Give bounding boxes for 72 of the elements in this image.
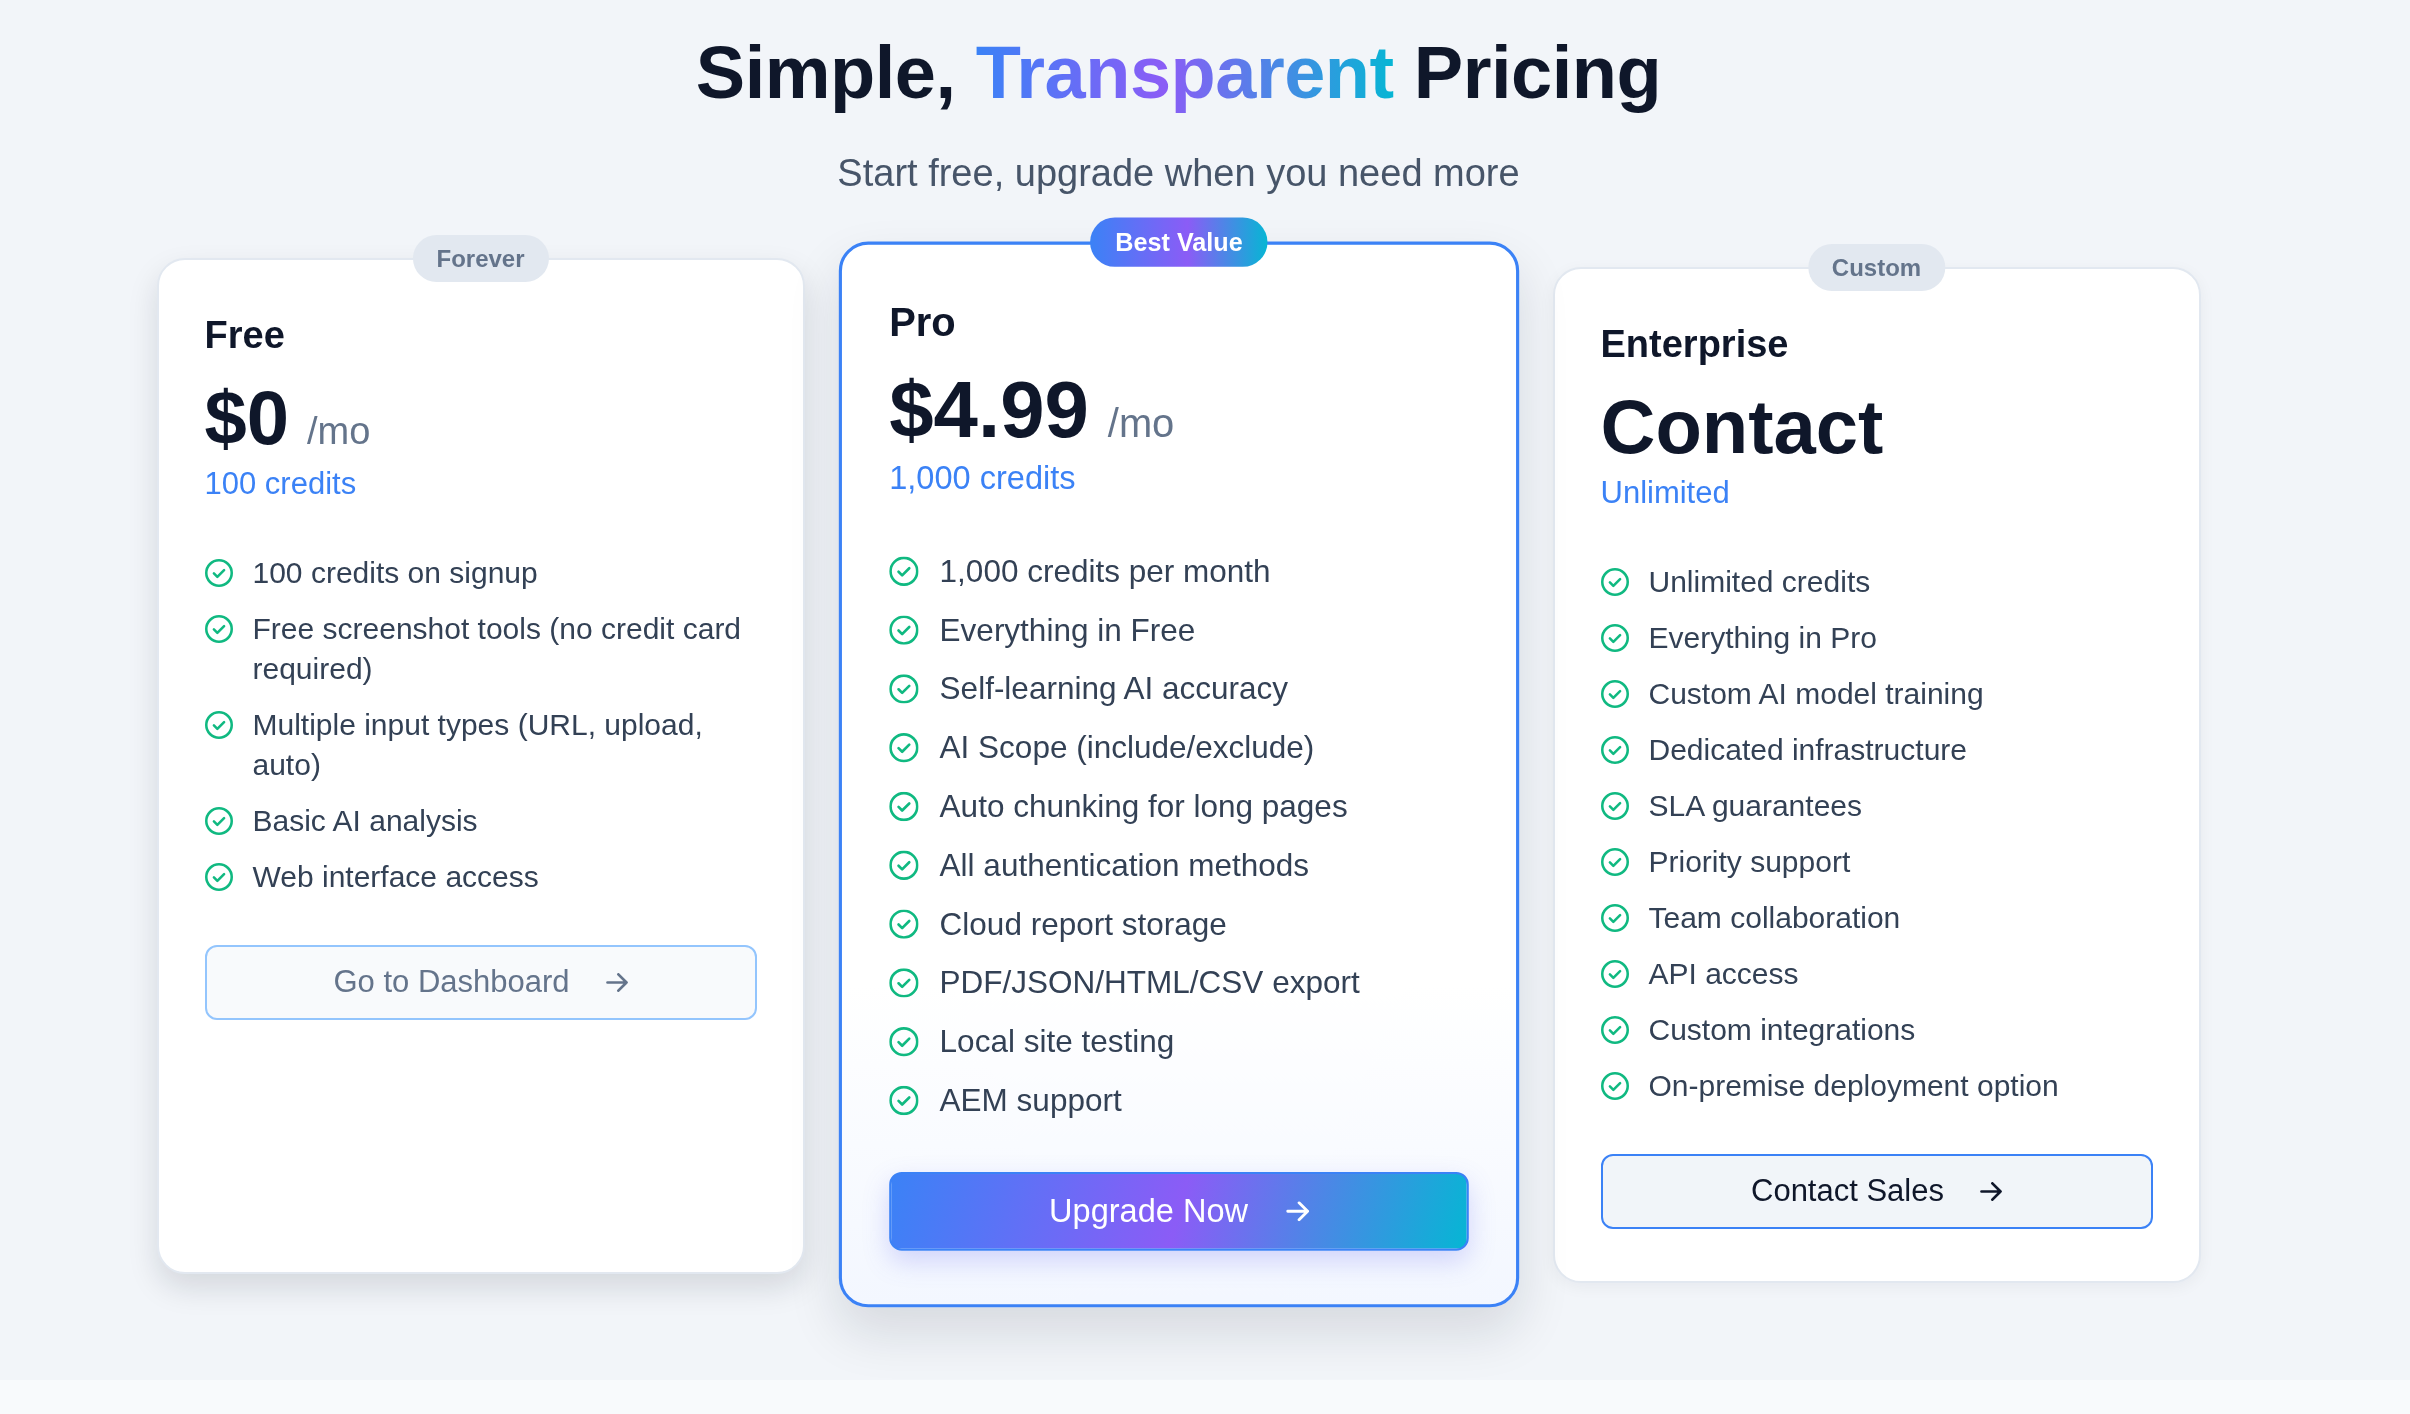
check-circle-icon <box>1600 1071 1629 1100</box>
feature-text: Custom integrations <box>1648 1011 1916 1048</box>
feature-text: Team collaboration <box>1648 899 1901 936</box>
check-circle-icon <box>1600 1015 1629 1044</box>
feature-text: AI Scope (include/exclude) <box>939 729 1314 768</box>
check-circle-icon <box>888 616 919 646</box>
plan-badge: Forever <box>412 235 549 283</box>
feature-text: Dedicated infrastructure <box>1648 731 1967 768</box>
page-title: Simple, Transparent Pricing <box>694 30 1663 116</box>
feature-text: Multiple input types (URL, upload, auto) <box>252 706 704 783</box>
check-circle-icon <box>888 557 919 587</box>
credits-label: Unlimited <box>1600 474 1731 513</box>
feature-text: Free screenshot tools (no credit card required) <box>252 610 743 687</box>
check-circle-icon <box>888 851 919 881</box>
feature-text: Everything in Free <box>939 611 1195 650</box>
feature-text: On-premise deployment option <box>1648 1067 2059 1104</box>
credits-label: 100 credits <box>204 465 358 504</box>
check-circle-icon <box>204 614 233 643</box>
feature-text: PDF/JSON/HTML/CSV export <box>939 964 1360 1003</box>
check-circle-icon <box>1600 679 1629 708</box>
feature-text: 1,000 credits per month <box>939 553 1271 591</box>
check-circle-icon <box>888 1086 919 1116</box>
price-period: /mo <box>307 409 371 453</box>
feature-text: Self-learning AI accuracy <box>939 670 1288 709</box>
price-amount: Contact <box>1600 384 1884 469</box>
check-circle-icon <box>888 674 919 705</box>
check-circle-icon <box>888 792 919 822</box>
cta-button[interactable]: Contact Sales <box>1600 1153 2153 1229</box>
cta-button[interactable]: Go to Dashboard <box>204 944 757 1020</box>
feature-text: SLA guarantees <box>1648 787 1862 824</box>
feature-text: Web interface access <box>252 858 539 895</box>
feature-text: AEM support <box>939 1082 1122 1120</box>
arrow-right-icon <box>1285 1202 1309 1222</box>
credits-label: 1,000 credits <box>888 459 1077 500</box>
check-circle-icon <box>204 862 233 891</box>
check-circle-icon <box>1600 959 1629 988</box>
feature-text: Cloud report storage <box>939 905 1227 944</box>
check-circle-icon <box>1600 791 1629 820</box>
plan-badge: Custom <box>1807 244 1946 292</box>
check-circle-icon <box>888 1027 919 1058</box>
feature-text: Priority support <box>1648 843 1851 880</box>
check-circle-icon <box>1600 903 1629 932</box>
feature-text: Auto chunking for long pages <box>939 788 1348 826</box>
check-circle-icon <box>1600 735 1629 764</box>
cta-button[interactable]: Upgrade Now <box>888 1172 1469 1252</box>
check-circle-icon <box>1600 567 1629 596</box>
feature-text: API access <box>1648 955 1799 992</box>
check-circle-icon <box>1600 623 1629 652</box>
check-circle-icon <box>204 558 233 587</box>
feature-text: All authentication methods <box>939 847 1309 885</box>
price-amount: $0 <box>204 375 290 460</box>
feature-text: Local site testing <box>939 1023 1174 1062</box>
check-circle-icon <box>888 910 919 940</box>
plan-name: Enterprise <box>1600 322 1790 368</box>
price-period: /mo <box>1107 400 1174 447</box>
plan-badge: Best Value <box>1089 217 1268 267</box>
feature-text: Unlimited credits <box>1648 563 1871 600</box>
feature-text: 100 credits on signup <box>252 554 538 591</box>
plan-name: Free <box>204 313 286 359</box>
plan-name: Pro <box>888 299 957 347</box>
check-circle-icon <box>888 733 919 764</box>
arrow-right-icon <box>1980 1181 2002 1201</box>
check-circle-icon <box>888 968 919 999</box>
check-circle-icon <box>204 710 233 739</box>
feature-text: Basic AI analysis <box>252 802 478 839</box>
check-circle-icon <box>1600 847 1629 876</box>
price-amount: $4.99 <box>888 365 1089 454</box>
feature-text: Custom AI model training <box>1648 675 1984 712</box>
page-subtitle: Start free, upgrade when you need more <box>836 150 1521 196</box>
check-circle-icon <box>204 806 233 835</box>
arrow-right-icon <box>605 972 628 992</box>
feature-text: Everything in Pro <box>1648 619 1877 656</box>
